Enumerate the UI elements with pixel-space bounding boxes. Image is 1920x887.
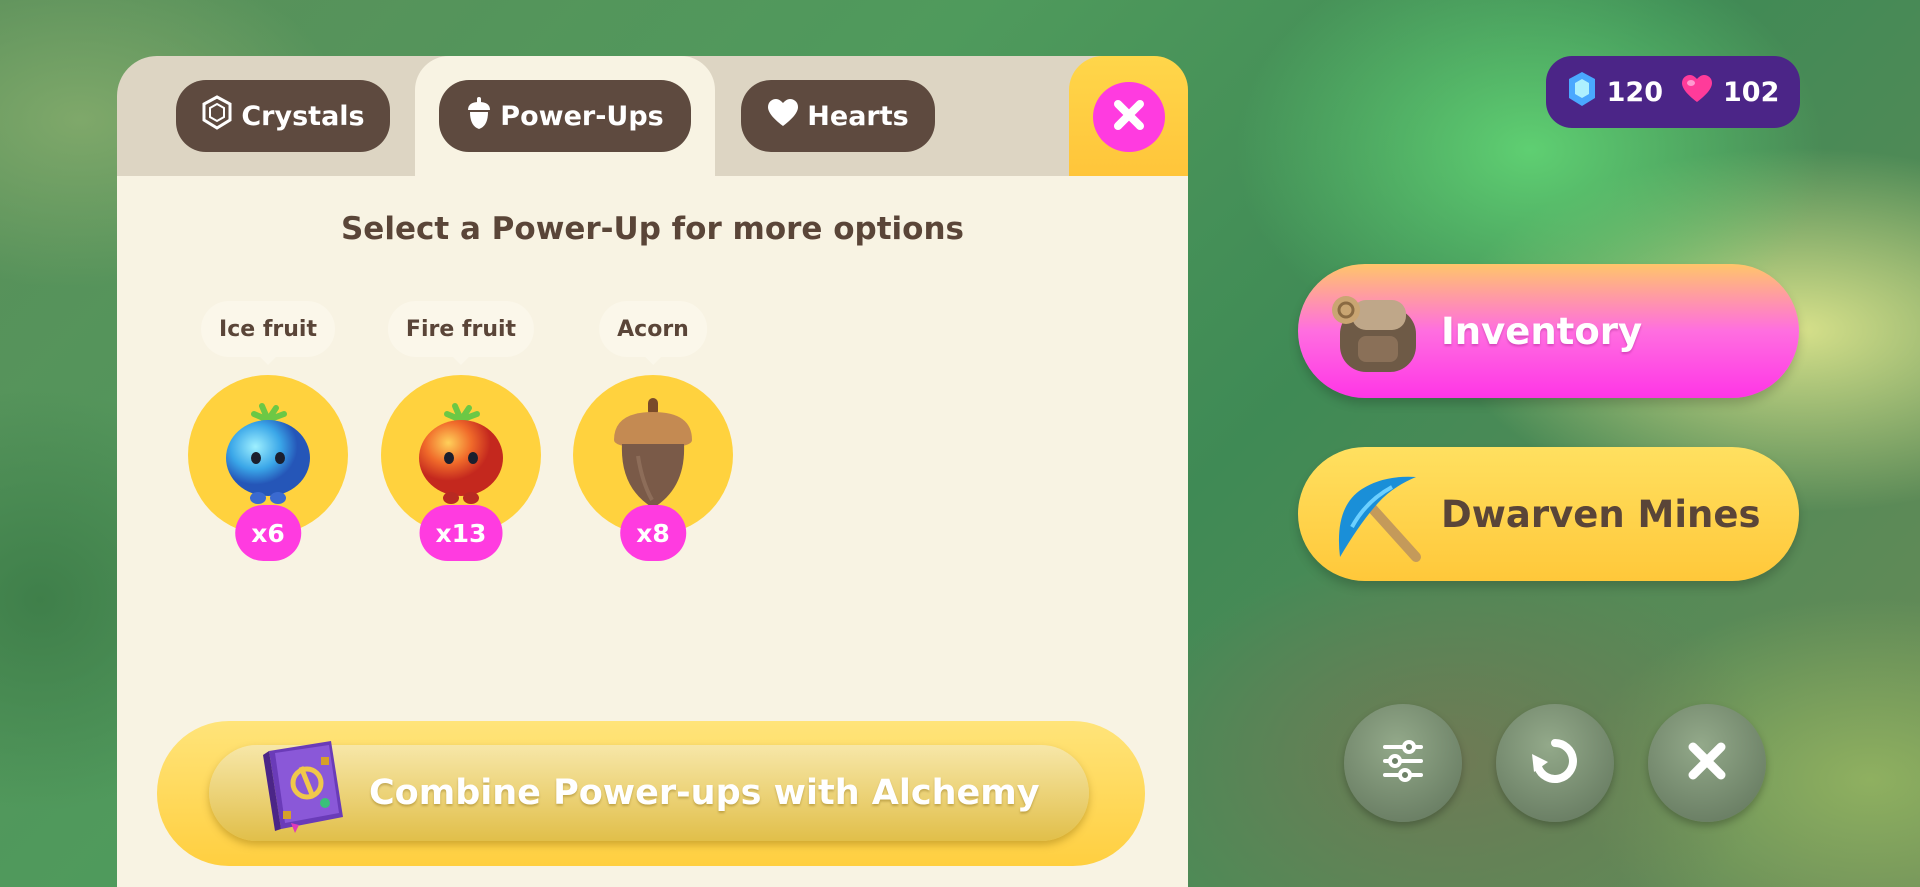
powerup-count: x8 xyxy=(620,505,686,561)
inventory-label: Inventory xyxy=(1441,309,1643,353)
alchemy-button-label: Combine Power-ups with Alchemy xyxy=(369,773,1040,813)
tab-hearts[interactable]: Hearts xyxy=(741,80,935,152)
dwarven-mines-label: Dwarven Mines xyxy=(1441,492,1761,536)
spellbook-icon xyxy=(261,737,351,837)
heart-icon xyxy=(767,98,799,135)
close-icon xyxy=(1685,739,1729,787)
alchemy-button[interactable]: Combine Power-ups with Alchemy xyxy=(209,741,1089,841)
pickaxe-icon xyxy=(1332,467,1422,567)
page-title: Select a Power-Up for more options xyxy=(340,211,964,247)
powerup-name: Fire fruit xyxy=(387,301,535,365)
settings-sliders-icon xyxy=(1381,739,1425,787)
tab-crystals-label: Crystals xyxy=(241,100,365,132)
fire-fruit-icon xyxy=(411,398,511,512)
alchemy-button-frame: Combine Power-ups with Alchemy xyxy=(157,721,1145,866)
ice-fruit-icon xyxy=(218,398,318,512)
currency-display: 120 102 xyxy=(1546,56,1800,128)
heart-count: 102 xyxy=(1723,76,1780,108)
inventory-button[interactable]: Inventory xyxy=(1298,264,1799,398)
crystal-icon xyxy=(201,94,233,138)
powerup-ice-fruit[interactable]: Ice fruit x6 xyxy=(183,301,353,571)
acorn-icon xyxy=(466,96,492,137)
close-icon xyxy=(1112,98,1146,136)
tab-crystals[interactable]: Crystals xyxy=(176,80,390,152)
powerup-acorn[interactable]: Acorn x8 xyxy=(568,301,738,571)
heart-currency-icon xyxy=(1681,74,1713,111)
powerups-panel: Crystals Power-Ups Hearts Select a Power… xyxy=(117,56,1188,887)
settings-button[interactable] xyxy=(1344,704,1462,822)
crystal-currency-icon xyxy=(1567,71,1597,114)
powerup-fire-fruit[interactable]: Fire fruit x13 xyxy=(376,301,546,571)
powerup-count: x13 xyxy=(419,505,503,561)
acorn-item-icon xyxy=(608,396,698,515)
tab-power-ups[interactable]: Power-Ups xyxy=(439,80,691,152)
dwarven-mines-button[interactable]: Dwarven Mines xyxy=(1298,447,1799,581)
tab-power-ups-label: Power-Ups xyxy=(500,100,664,132)
powerup-name: Acorn xyxy=(599,301,707,365)
refresh-icon xyxy=(1530,736,1580,790)
crystal-count: 120 xyxy=(1606,76,1663,108)
tab-hearts-label: Hearts xyxy=(807,100,909,132)
refresh-button[interactable] xyxy=(1496,704,1614,822)
backpack-icon xyxy=(1332,286,1422,380)
close-button[interactable] xyxy=(1648,704,1766,822)
powerup-count: x6 xyxy=(235,505,301,561)
powerup-name: Ice fruit xyxy=(201,301,335,365)
close-panel-button[interactable] xyxy=(1093,82,1165,152)
